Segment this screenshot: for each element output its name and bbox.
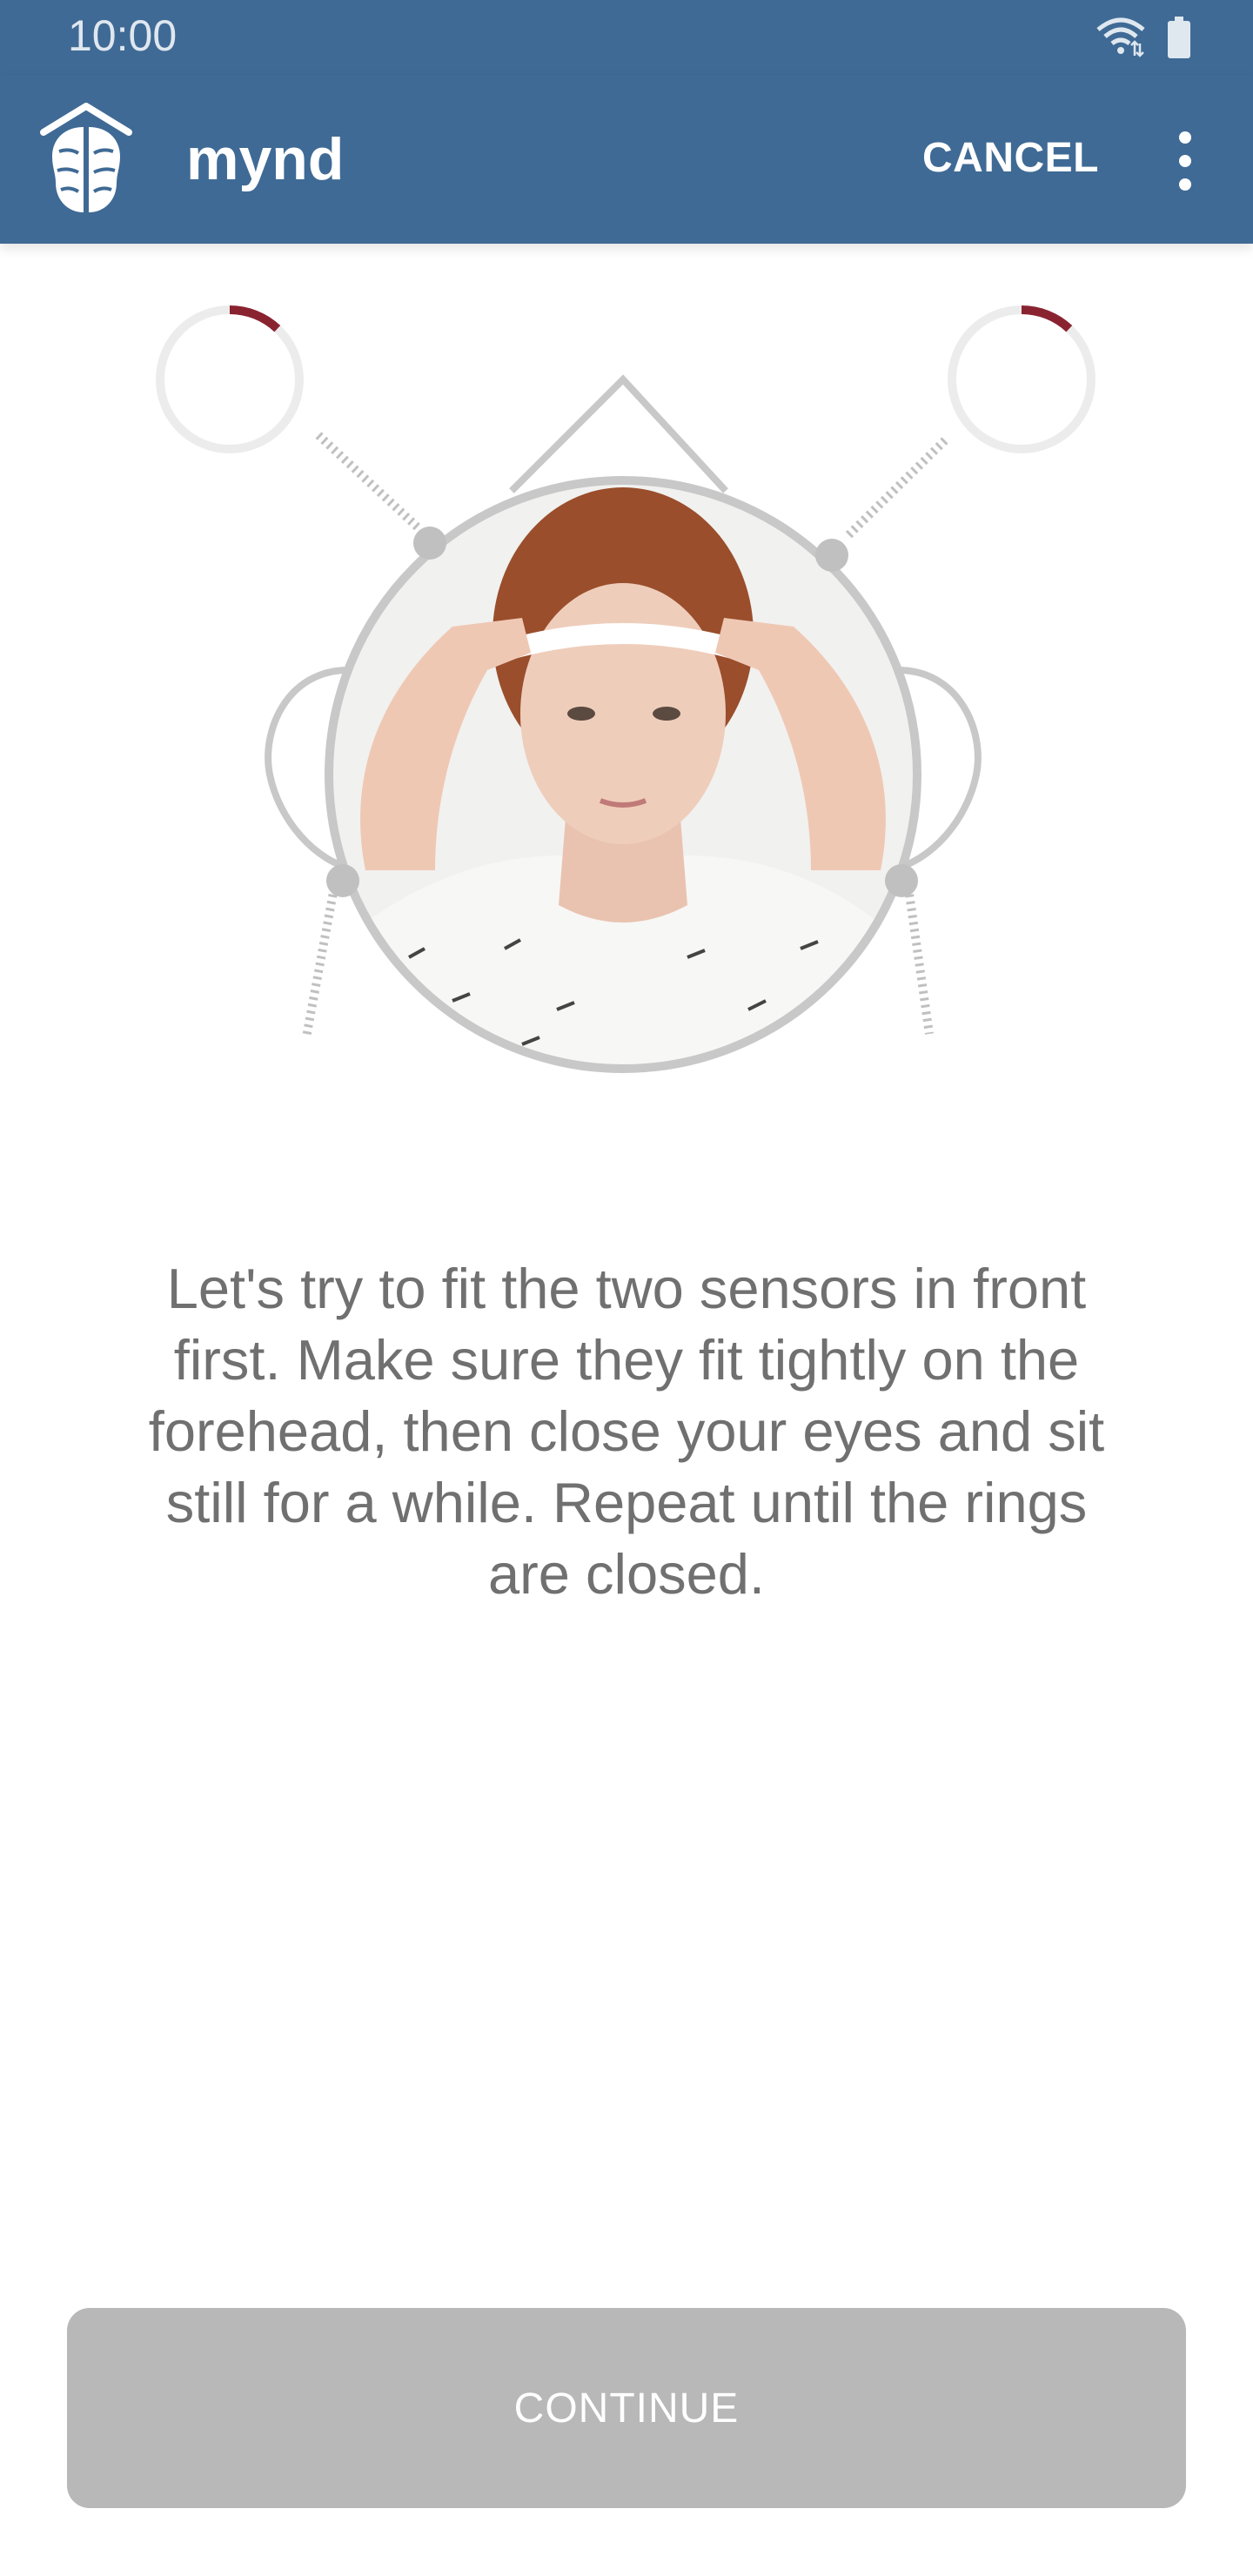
status-icons bbox=[1095, 16, 1192, 59]
headband-fit-illustration bbox=[156, 305, 1096, 1073]
status-bar: 10:00 bbox=[0, 0, 1253, 75]
more-vert-icon[interactable] bbox=[1161, 122, 1209, 200]
app-bar: mynd CANCEL bbox=[0, 75, 1253, 244]
left-front-sensor-dot bbox=[413, 527, 446, 560]
cancel-button[interactable]: CANCEL bbox=[922, 134, 1099, 182]
continue-button[interactable]: CONTINUE bbox=[67, 2308, 1186, 2508]
continue-label: CONTINUE bbox=[513, 2385, 740, 2432]
left-rear-sensor-line bbox=[302, 887, 338, 1038]
left-front-sensor-line bbox=[315, 432, 421, 531]
head-top-triangle bbox=[509, 374, 728, 493]
right-sensor-progress-ring bbox=[948, 305, 1096, 453]
right-rear-sensor-dot bbox=[885, 864, 918, 897]
right-front-sensor-line bbox=[842, 437, 948, 541]
left-rear-sensor-dot bbox=[326, 864, 359, 897]
battery-icon bbox=[1168, 17, 1190, 58]
right-rear-sensor-line bbox=[904, 887, 934, 1035]
right-front-sensor-dot bbox=[815, 539, 848, 572]
left-sensor-progress-ring bbox=[156, 305, 304, 453]
brain-house-logo bbox=[40, 103, 132, 212]
wifi-icon bbox=[1096, 17, 1145, 57]
app-title: mynd bbox=[186, 126, 345, 192]
status-time: 10:00 bbox=[68, 11, 178, 60]
instructions-text: Let's try to fit the two sensors in fron… bbox=[148, 1257, 1105, 1606]
